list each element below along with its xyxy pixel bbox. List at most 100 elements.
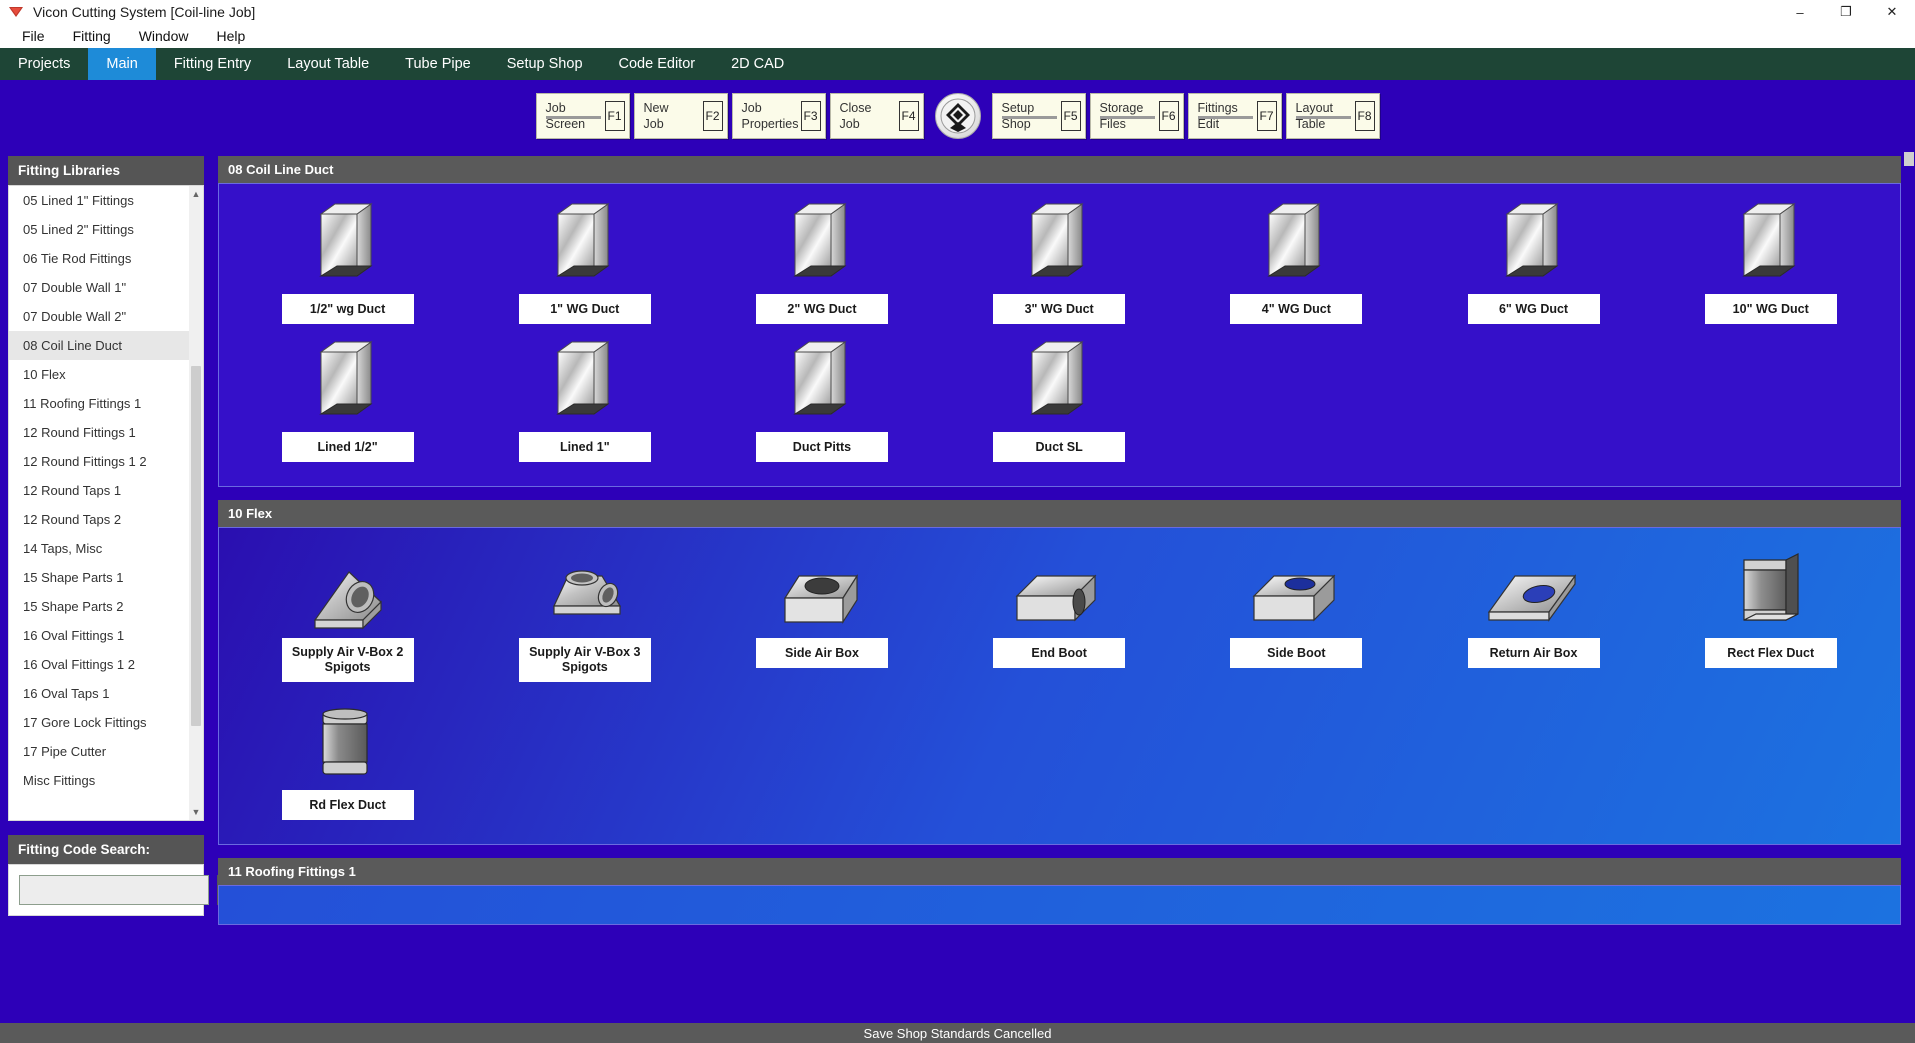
job-screen-key: F1 — [605, 101, 625, 131]
sidebar-item-05-lined-2-fittings[interactable]: 05 Lined 2" Fittings — [9, 215, 203, 244]
job-screen-button[interactable]: Job Screen F1 — [536, 93, 630, 139]
workspace: Fitting Libraries ▲ ▼ 05 Lined 1" Fittin… — [0, 152, 1915, 1023]
sidebar-item-15-shape-parts-2[interactable]: 15 Shape Parts 2 — [9, 592, 203, 621]
vicon-emblem-icon[interactable] — [935, 93, 981, 139]
sidebar-item-17-pipe-cutter[interactable]: 17 Pipe Cutter — [9, 737, 203, 766]
fitting-tile-label: 6" WG Duct — [1468, 294, 1600, 324]
sidebar-item-12-round-taps-1[interactable]: 12 Round Taps 1 — [9, 476, 203, 505]
storage-files-button[interactable]: Storage Files F6 — [1090, 93, 1184, 139]
scrollbar-thumb[interactable] — [191, 366, 201, 726]
menu-item-fitting[interactable]: Fitting — [59, 25, 125, 47]
sidebar-item-16-oval-fittings-1-2[interactable]: 16 Oval Fittings 1 2 — [9, 650, 203, 679]
content-scrollbar[interactable] — [1903, 152, 1915, 1023]
vbox2-icon — [305, 544, 391, 632]
return-air-box-icon — [1487, 544, 1581, 632]
content-scrollbar-thumb[interactable] — [1904, 152, 1914, 166]
fitting-libraries-list[interactable]: ▲ ▼ 05 Lined 1" Fittings05 Lined 2" Fitt… — [8, 185, 204, 821]
maximize-button[interactable]: ❐ — [1823, 0, 1869, 24]
fitting-tile[interactable]: Supply Air V-Box 2 Spigots — [229, 544, 466, 682]
arrow-down-icon[interactable]: ▼ — [189, 804, 203, 820]
tab-projects[interactable]: Projects — [0, 48, 88, 80]
menu-item-file[interactable]: File — [8, 25, 59, 47]
fitting-tile[interactable]: Duct Pitts — [703, 338, 940, 462]
tab-main[interactable]: Main — [88, 48, 155, 80]
fitting-tile[interactable]: 3" WG Duct — [941, 200, 1178, 324]
fitting-tile[interactable]: End Boot — [941, 544, 1178, 682]
sidebar: Fitting Libraries ▲ ▼ 05 Lined 1" Fittin… — [8, 156, 204, 916]
minimize-button[interactable]: – — [1777, 0, 1823, 24]
fitting-tile-label: Supply Air V-Box 2 Spigots — [282, 638, 414, 682]
rect-flex-duct-icon — [1738, 544, 1804, 632]
fitting-tile[interactable]: Side Air Box — [703, 544, 940, 682]
sidebar-item-15-shape-parts-1[interactable]: 15 Shape Parts 1 — [9, 563, 203, 592]
sidebar-item-06-tie-rod-fittings[interactable]: 06 Tie Rod Fittings — [9, 244, 203, 273]
fitting-tile[interactable]: Return Air Box — [1415, 544, 1652, 682]
arrow-up-icon[interactable]: ▲ — [189, 186, 203, 202]
fitting-tile[interactable]: Lined 1/2" — [229, 338, 466, 462]
layout-table-button[interactable]: Layout Table F8 — [1286, 93, 1380, 139]
duct-box-icon — [1740, 200, 1802, 288]
search-input[interactable] — [19, 875, 209, 905]
duct-box-icon — [554, 338, 616, 426]
fitting-tile[interactable]: Rd Flex Duct — [229, 696, 466, 820]
close-job-key: F4 — [899, 101, 919, 131]
sidebar-item-16-oval-taps-1[interactable]: 16 Oval Taps 1 — [9, 679, 203, 708]
search-panel-header: Fitting Code Search: — [8, 835, 204, 864]
menu-bar: File Fitting Window Help — [0, 24, 1915, 48]
sidebar-item-12-round-fittings-1-2[interactable]: 12 Round Fittings 1 2 — [9, 447, 203, 476]
sidebar-item-12-round-fittings-1[interactable]: 12 Round Fittings 1 — [9, 418, 203, 447]
tab-code-editor[interactable]: Code Editor — [601, 48, 714, 80]
library-scrollbar[interactable]: ▲ ▼ — [189, 186, 203, 820]
status-bar: Save Shop Standards Cancelled — [0, 1023, 1915, 1043]
job-properties-button[interactable]: Job Properties F3 — [732, 93, 826, 139]
fitting-tile[interactable]: 6" WG Duct — [1415, 200, 1652, 324]
fitting-tile[interactable]: 1/2" wg Duct — [229, 200, 466, 324]
side-air-box-icon — [777, 544, 867, 632]
button-rule — [1002, 116, 1057, 119]
button-rule — [546, 116, 601, 119]
sidebar-item-17-gore-lock-fittings[interactable]: 17 Gore Lock Fittings — [9, 708, 203, 737]
tab-2d-cad[interactable]: 2D CAD — [713, 48, 802, 80]
tab-setup-shop[interactable]: Setup Shop — [489, 48, 601, 80]
fitting-tile-label: Duct Pitts — [756, 432, 888, 462]
close-button[interactable]: ✕ — [1869, 0, 1915, 24]
fitting-tile[interactable]: 1" WG Duct — [466, 200, 703, 324]
sidebar-item-16-oval-fittings-1[interactable]: 16 Oval Fittings 1 — [9, 621, 203, 650]
sidebar-item-08-coil-line-duct[interactable]: 08 Coil Line Duct — [9, 331, 203, 360]
fitting-tile[interactable]: 2" WG Duct — [703, 200, 940, 324]
sidebar-item-11-roofing-fittings-1[interactable]: 11 Roofing Fittings 1 — [9, 389, 203, 418]
section-body-coil: 1/2" wg Duct 1" WG Duct — [218, 183, 1901, 487]
duct-box-icon — [1503, 200, 1565, 288]
tab-layout-table[interactable]: Layout Table — [269, 48, 387, 80]
sidebar-item-12-round-taps-2[interactable]: 12 Round Taps 2 — [9, 505, 203, 534]
title-bar: Vicon Cutting System [Coil-line Job] – ❐… — [0, 0, 1915, 24]
fitting-tile[interactable]: Rect Flex Duct — [1652, 544, 1889, 682]
fitting-tile[interactable]: Lined 1" — [466, 338, 703, 462]
fitting-tile[interactable]: 4" WG Duct — [1178, 200, 1415, 324]
search-panel-body: Go — [8, 864, 204, 916]
fitting-tile[interactable]: Duct SL — [941, 338, 1178, 462]
fitting-tile[interactable]: 10" WG Duct — [1652, 200, 1889, 324]
menu-item-help[interactable]: Help — [202, 25, 259, 47]
fitting-tile[interactable]: Supply Air V-Box 3 Spigots — [466, 544, 703, 682]
duct-box-icon — [317, 200, 379, 288]
fittings-edit-button[interactable]: Fittings Edit F7 — [1188, 93, 1282, 139]
sidebar-item-misc-fittings[interactable]: Misc Fittings — [9, 766, 203, 795]
fitting-tile[interactable]: Side Boot — [1178, 544, 1415, 682]
tab-fitting-entry[interactable]: Fitting Entry — [156, 48, 269, 80]
status-bar-left-pane — [0, 1023, 212, 1043]
sidebar-item-10-flex[interactable]: 10 Flex — [9, 360, 203, 389]
sidebar-item-07-double-wall-1[interactable]: 07 Double Wall 1" — [9, 273, 203, 302]
menu-item-window[interactable]: Window — [125, 25, 203, 47]
setup-shop-button[interactable]: Setup Shop F5 — [992, 93, 1086, 139]
fitting-tile-label: Rd Flex Duct — [282, 790, 414, 820]
fitting-code-search-panel: Fitting Code Search: Go — [8, 835, 204, 916]
close-job-button[interactable]: Close Job F4 — [830, 93, 924, 139]
sidebar-item-05-lined-1-fittings[interactable]: 05 Lined 1" Fittings — [9, 186, 203, 215]
section-header-flex: 10 Flex — [218, 500, 1901, 527]
tab-tube-pipe[interactable]: Tube Pipe — [387, 48, 489, 80]
fitting-tile-label: Side Air Box — [756, 638, 888, 668]
sidebar-item-14-taps-misc[interactable]: 14 Taps, Misc — [9, 534, 203, 563]
new-job-button[interactable]: New Job F2 — [634, 93, 728, 139]
sidebar-item-07-double-wall-2[interactable]: 07 Double Wall 2" — [9, 302, 203, 331]
